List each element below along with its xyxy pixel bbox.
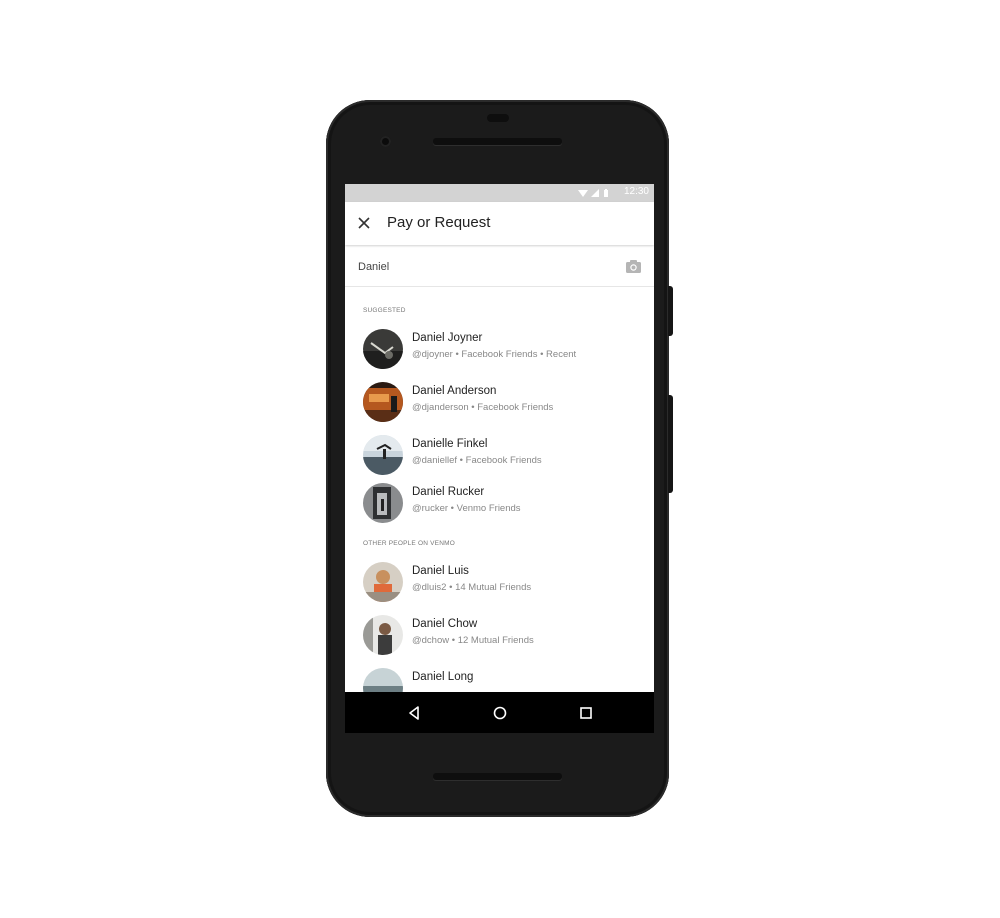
phone-screen: 12:30 Pay or Request SUGGESTED (345, 184, 654, 733)
contact-subtitle: @rucker • Venmo Friends (412, 503, 521, 514)
camera-icon (626, 260, 641, 273)
back-button[interactable] (405, 704, 423, 722)
avatar (363, 329, 403, 369)
contact-row-danielle-finkel[interactable]: Danielle Finkel @daniellef • Facebook Fr… (345, 433, 654, 479)
contact-subtitle: @dchow • 12 Mutual Friends (412, 635, 534, 646)
avatar (363, 435, 403, 475)
close-icon (358, 217, 370, 229)
contact-name: Daniel Joyner (412, 332, 483, 344)
contact-row-daniel-chow[interactable]: Daniel Chow @dchow • 12 Mutual Friends (345, 613, 654, 659)
avatar (363, 483, 403, 523)
contact-name: Daniel Rucker (412, 486, 485, 498)
avatar (363, 562, 403, 602)
earpiece-sensor (487, 114, 509, 122)
page-title: Pay or Request (387, 214, 491, 231)
contact-subtitle: @dluis2 • 14 Mutual Friends (412, 582, 532, 593)
status-bar: 12:30 (345, 184, 654, 202)
section-header-suggested: SUGGESTED (363, 307, 406, 314)
contact-name: Daniel Chow (412, 618, 478, 630)
contact-row-daniel-rucker[interactable]: Daniel Rucker @rucker • Venmo Friends (345, 481, 654, 527)
contact-row-daniel-joyner[interactable]: Daniel Joyner @djoyner • Facebook Friend… (345, 327, 654, 373)
top-speaker (433, 138, 562, 145)
power-button (668, 286, 673, 336)
front-camera (380, 136, 391, 147)
camera-button[interactable] (625, 259, 642, 274)
recents-square-icon (580, 707, 592, 719)
bottom-speaker (433, 773, 562, 780)
contact-row-daniel-luis[interactable]: Daniel Luis @dluis2 • 14 Mutual Friends (345, 560, 654, 606)
contact-subtitle: @djoyner • Facebook Friends • Recent (412, 349, 577, 360)
contact-name: Daniel Long (412, 671, 474, 683)
search-input[interactable] (358, 258, 608, 276)
contact-subtitle: @daniellef • Facebook Friends (412, 455, 542, 466)
section-header-other: OTHER PEOPLE ON VENMO (363, 540, 455, 547)
volume-button (668, 395, 673, 493)
search-row (345, 248, 654, 287)
contact-name: Danielle Finkel (412, 438, 488, 450)
contact-row-daniel-anderson[interactable]: Daniel Anderson @djanderson • Facebook F… (345, 380, 654, 426)
status-time: 12:30 (623, 186, 649, 197)
close-button[interactable] (355, 214, 373, 232)
home-circle-icon (493, 706, 507, 720)
wifi-icon (578, 190, 588, 197)
status-icons (578, 189, 608, 197)
recents-button[interactable] (577, 704, 595, 722)
app-bar: Pay or Request (345, 202, 654, 245)
contact-name: Daniel Luis (412, 565, 469, 577)
back-triangle-icon (409, 706, 419, 720)
battery-icon (604, 190, 608, 197)
contact-subtitle: @djanderson • Facebook Friends (412, 402, 554, 413)
contact-name: Daniel Anderson (412, 385, 497, 397)
navigation-bar (345, 692, 654, 733)
signal-icon (591, 189, 599, 197)
avatar (363, 615, 403, 655)
avatar (363, 382, 403, 422)
home-button[interactable] (491, 704, 509, 722)
